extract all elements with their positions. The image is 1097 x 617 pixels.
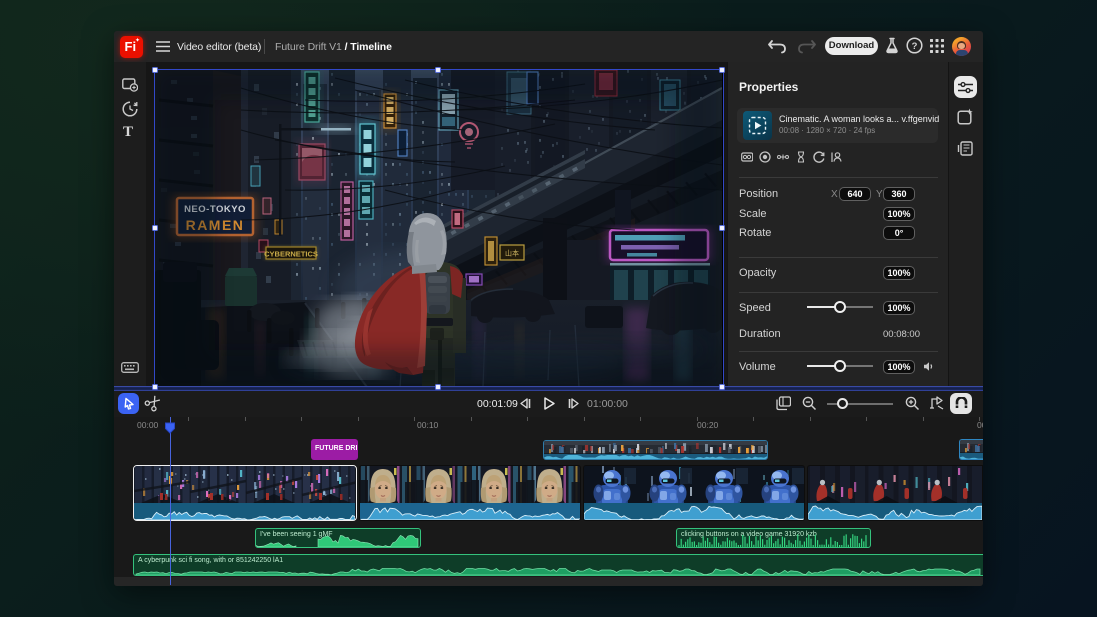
svg-text:?: ?: [912, 41, 918, 52]
